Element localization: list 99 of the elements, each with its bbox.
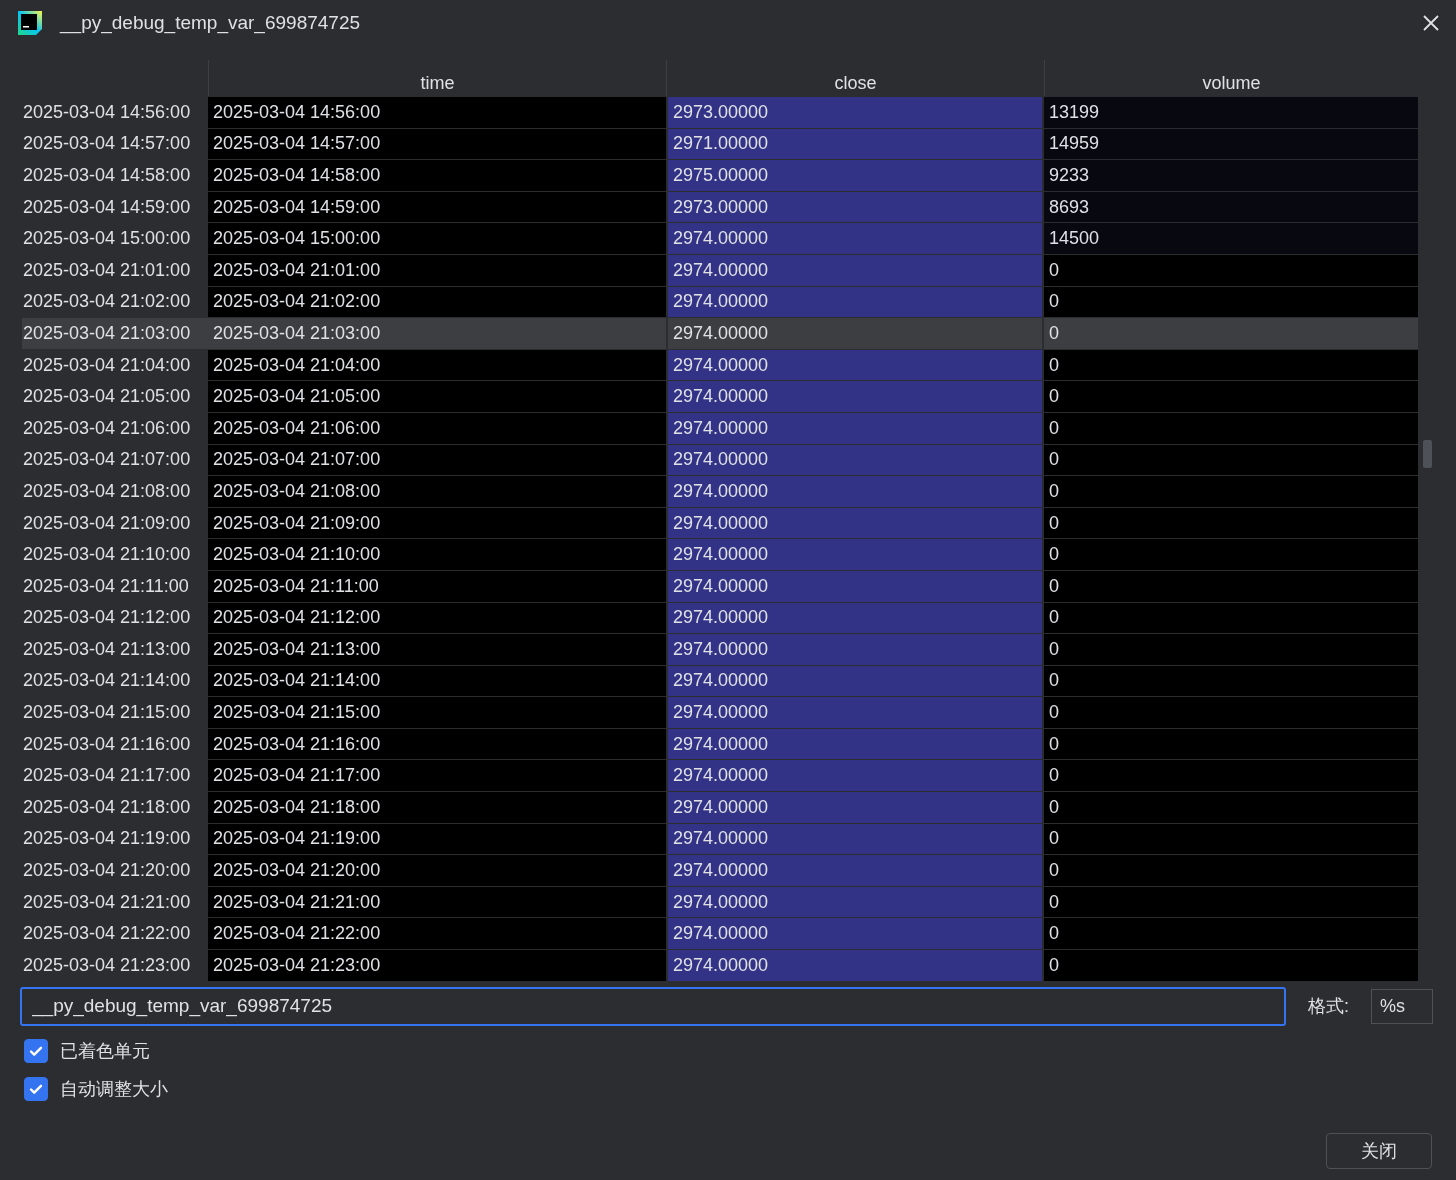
table-cell: 2974.00000: [666, 760, 1044, 792]
table-cell: 2025-03-04 21:18:00: [208, 792, 666, 823]
table-cell: 2974.00000: [666, 318, 1044, 349]
expression-field[interactable]: __py_debug_temp_var_699874725: [20, 986, 1286, 1026]
table-cell: 0: [1044, 886, 1418, 918]
checkbox[interactable]: [24, 1076, 48, 1101]
table-cell: 2974.00000: [666, 223, 1044, 254]
table-cell: 2974.00000: [666, 539, 1044, 570]
table-cell: 2974.00000: [666, 665, 1044, 697]
table-cell: 2025-03-04 21:02:00: [208, 286, 666, 318]
table-cell: 2025-03-04 21:10:00: [208, 539, 666, 570]
table-cell: 2025-03-04 14:58:00: [208, 160, 666, 191]
table-cell: 9233: [1044, 160, 1418, 191]
table-cell: 2025-03-04 21:22:00: [208, 918, 666, 950]
table-cell: 0: [1044, 318, 1418, 349]
table-cell: 2025-03-04 14:56:00: [208, 97, 666, 128]
table-cell: 0: [1044, 634, 1418, 665]
table-cell: 0: [1044, 602, 1418, 634]
table-cell: 2025-03-04 21:03:00: [208, 318, 666, 349]
table-cell: 2025-03-04 21:15:00: [208, 697, 666, 728]
table-cell: 0: [1044, 476, 1418, 507]
close-icon[interactable]: [1422, 14, 1440, 32]
table-cell: 2974.00000: [666, 855, 1044, 886]
table-cell: 0: [1044, 444, 1418, 476]
table-cell: 2025-03-04 21:06:00: [208, 412, 666, 444]
table-cell: 2974.00000: [666, 697, 1044, 728]
table-cell: 2025-03-04 21:05:00: [208, 381, 666, 412]
table-cell: 2974.00000: [666, 886, 1044, 918]
table-cell: 14959: [1044, 128, 1418, 160]
table-cell: 2974.00000: [666, 950, 1044, 981]
table-cell: 2025-03-04 21:21:00: [208, 886, 666, 918]
table-cell: 2974.00000: [666, 444, 1044, 476]
table-cell: 2974.00000: [666, 254, 1044, 286]
table-cell: 2973.00000: [666, 191, 1044, 223]
table-cell: 0: [1044, 792, 1418, 823]
table-cell: 0: [1044, 412, 1418, 444]
checkbox-label[interactable]: 自动调整大小: [60, 1076, 168, 1101]
table-cell: 2974.00000: [666, 634, 1044, 665]
close-button[interactable]: 关闭: [1326, 1132, 1432, 1169]
table-cell: 8693: [1044, 191, 1418, 223]
table-cell: 2025-03-04 21:13:00: [208, 634, 666, 665]
table-cell: 2025-03-04 21:09:00: [208, 507, 666, 539]
app-logo-icon: [18, 11, 42, 35]
table-cell: 2974.00000: [666, 349, 1044, 381]
table-cell: 2973.00000: [666, 97, 1044, 128]
table-cell: 2025-03-04 21:14:00: [208, 665, 666, 697]
table-cell: 2974.00000: [666, 602, 1044, 634]
table-cell: 0: [1044, 570, 1418, 602]
table-cell: 0: [1044, 760, 1418, 792]
table-cell: 0: [1044, 918, 1418, 950]
format-label: 格式:: [1308, 995, 1349, 1019]
window-title: __py_debug_temp_var_699874725: [60, 12, 362, 34]
table-cell: 2974.00000: [666, 728, 1044, 760]
table-cell: 2025-03-04 21:11:00: [208, 570, 666, 602]
column-header[interactable]: time: [208, 60, 666, 96]
row-header: 2025-03-04 21:03:00: [22, 318, 208, 349]
table-cell: 0: [1044, 507, 1418, 539]
table-cell: 14500: [1044, 223, 1418, 254]
table-cell: 0: [1044, 349, 1418, 381]
table-cell: 2974.00000: [666, 286, 1044, 318]
table-cell: 0: [1044, 855, 1418, 886]
table-cell: 2025-03-04 21:17:00: [208, 760, 666, 792]
table-cell: 2974.00000: [666, 792, 1044, 823]
table-cell: 2975.00000: [666, 160, 1044, 191]
table-cell: 2974.00000: [666, 507, 1044, 539]
table-cell: 2025-03-04 21:04:00: [208, 349, 666, 381]
table-cell: 2025-03-04 15:00:00: [208, 223, 666, 254]
table-cell: 2025-03-04 14:59:00: [208, 191, 666, 223]
table-cell: 0: [1044, 823, 1418, 855]
table-cell: 0: [1044, 950, 1418, 981]
table-cell: 2974.00000: [666, 476, 1044, 507]
table-cell: 2971.00000: [666, 128, 1044, 160]
table-cell: 0: [1044, 539, 1418, 570]
table-cell: 2025-03-04 21:16:00: [208, 728, 666, 760]
table-cell: 2974.00000: [666, 412, 1044, 444]
table-cell: 0: [1044, 381, 1418, 412]
table-cell: 2974.00000: [666, 381, 1044, 412]
table-cell: 0: [1044, 697, 1418, 728]
table-cell: 0: [1044, 665, 1418, 697]
column-header[interactable]: close: [666, 60, 1044, 96]
table-cell: 0: [1044, 728, 1418, 760]
column-header[interactable]: volume: [1044, 60, 1418, 96]
table-cell: 0: [1044, 286, 1418, 318]
table-cell: 2025-03-04 21:23:00: [208, 950, 666, 981]
table-cell: 2974.00000: [666, 918, 1044, 950]
table-cell: 2974.00000: [666, 570, 1044, 602]
format-field[interactable]: %s: [1371, 988, 1433, 1024]
table-cell: 2974.00000: [666, 823, 1044, 855]
table-cell: 0: [1044, 254, 1418, 286]
table-cell: 2025-03-04 21:08:00: [208, 476, 666, 507]
table-cell: 2025-03-04 21:19:00: [208, 823, 666, 855]
table-cell: 2025-03-04 21:01:00: [208, 254, 666, 286]
table-cell: 2025-03-04 21:12:00: [208, 602, 666, 634]
table-cell: 2025-03-04 21:20:00: [208, 855, 666, 886]
table-cell: 2025-03-04 14:57:00: [208, 128, 666, 160]
table-cell: 2025-03-04 21:07:00: [208, 444, 666, 476]
table-cell: 13199: [1044, 97, 1418, 128]
checkbox-label[interactable]: 已着色单元: [60, 1038, 150, 1063]
checkbox[interactable]: [24, 1038, 48, 1063]
